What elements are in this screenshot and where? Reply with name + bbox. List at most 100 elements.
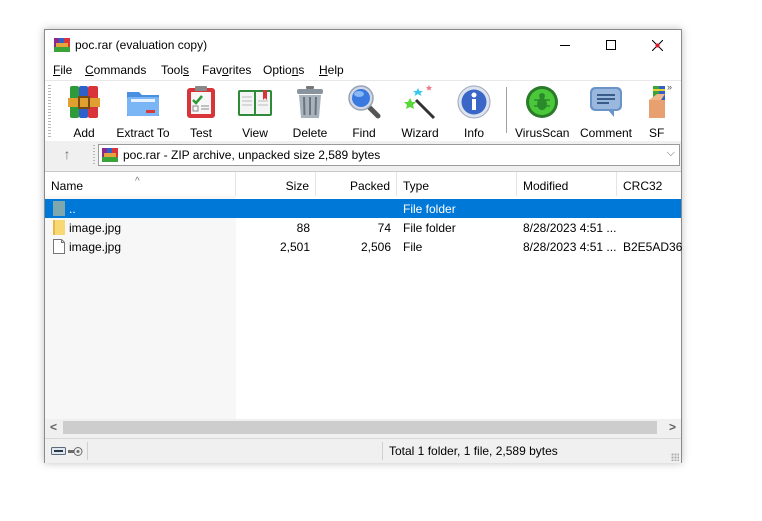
address-grip <box>93 145 95 165</box>
menu-options-pre: Optio <box>263 63 292 77</box>
column-size-label: Size <box>285 179 309 193</box>
row-crc32 <box>617 218 681 237</box>
column-header-size[interactable]: Size <box>236 172 316 196</box>
toolbar-test-button[interactable]: Test <box>183 84 219 140</box>
scroll-right-button[interactable]: > <box>664 419 681 436</box>
row-size <box>236 199 316 218</box>
menu-commands-label: ommands <box>93 63 147 77</box>
menu-file[interactable]: File <box>53 63 72 77</box>
menu-file-label: ile <box>60 63 73 77</box>
menu-options-rest: s <box>298 63 305 77</box>
toolbar-virusscan-label: VirusScan <box>515 126 570 140</box>
toolbar-sfx-label: SF <box>649 126 665 138</box>
status-bar: Total 1 folder, 1 file, 2,589 bytes <box>45 438 681 463</box>
winrar-window: poc.rar (evaluation copy) File Commands … <box>44 29 682 463</box>
close-button[interactable] <box>634 30 680 60</box>
toolbar-add-button[interactable]: Add <box>65 84 103 140</box>
column-header-modified[interactable]: Modified <box>517 172 617 196</box>
toolbar-sfx-button[interactable]: SF <box>645 84 665 138</box>
column-header-name[interactable]: Name ^ <box>45 172 236 196</box>
menu-tools-mnemonic: s <box>183 63 190 77</box>
toolbar-delete-button[interactable]: Delete <box>290 84 330 140</box>
column-type-label: Type <box>403 179 430 193</box>
sfx-box-icon <box>649 86 665 118</box>
menu-favorites[interactable]: Favorites <box>202 63 251 77</box>
test-clipboard-icon <box>187 86 215 118</box>
toolbar-comment-button[interactable]: Comment <box>578 84 634 140</box>
status-separator <box>382 442 383 460</box>
toolbar-overflow-button[interactable]: » <box>667 82 672 92</box>
list-header: Name ^ Size Packed Type Modified CRC32 <box>45 172 681 196</box>
column-header-type[interactable]: Type <box>397 172 517 196</box>
column-header-crc32[interactable]: CRC32 <box>617 172 681 196</box>
row-size: 88 <box>296 221 310 235</box>
toolbar-extract-to-button[interactable]: Extract To <box>115 84 171 140</box>
column-header-packed[interactable]: Packed <box>316 172 397 196</box>
row-type: File <box>403 240 423 254</box>
toolbar-view-button[interactable]: View <box>234 84 276 140</box>
menu-favorites-rest: rites <box>228 63 252 77</box>
horizontal-scrollbar[interactable]: < > <box>45 419 681 436</box>
status-text: Total 1 folder, 1 file, 2,589 bytes <box>389 444 558 458</box>
row-type: File folder <box>403 221 456 235</box>
up-folder-button[interactable]: ↑ <box>57 146 77 164</box>
toolbar-view-label: View <box>242 126 268 140</box>
menu-favorites-mnemonic: o <box>222 63 229 77</box>
maximize-button[interactable] <box>588 30 634 60</box>
window-title: poc.rar (evaluation copy) <box>75 38 208 52</box>
row-modified <box>517 199 617 218</box>
row-name: .. <box>69 202 76 216</box>
toolbar-comment-label: Comment <box>579 126 632 140</box>
row-name: image.jpg <box>69 240 122 254</box>
close-icon <box>651 39 663 51</box>
toolbar-virusscan-button[interactable]: VirusScan <box>515 84 570 140</box>
toolbar-wizard-button[interactable]: Wizard <box>400 84 440 140</box>
menu-tools[interactable]: Tools <box>161 63 189 77</box>
title-bar: poc.rar (evaluation copy) <box>45 30 681 60</box>
toolbar-test-label: Test <box>189 126 212 140</box>
address-bar: ↑ poc.rar - ZIP archive, unpacked size 2… <box>45 141 681 169</box>
file-row[interactable]: image.jpg 88 74 File folder 8/28/2023 4:… <box>45 218 681 237</box>
toolbar-info-label: Info <box>463 126 484 140</box>
find-magnifier-icon <box>348 85 381 119</box>
menu-commands[interactable]: Commands <box>85 63 146 77</box>
add-archive-icon <box>68 86 100 118</box>
row-type: File folder <box>403 202 456 216</box>
sort-ascending-icon: ^ <box>135 176 140 187</box>
archive-icon <box>102 148 118 162</box>
row-packed: 2,506 <box>360 240 391 254</box>
menu-help[interactable]: Help <box>319 63 344 77</box>
view-book-icon <box>238 90 272 116</box>
toolbar-grip[interactable] <box>48 85 51 137</box>
comment-bubble-icon <box>590 87 622 117</box>
minimize-icon <box>560 45 570 46</box>
file-list: Name ^ Size Packed Type Modified CRC32 .… <box>45 171 683 420</box>
menu-bar: File Commands Tools Favorites Options He… <box>45 60 681 80</box>
toolbar-find-button[interactable]: Find <box>345 84 383 140</box>
menu-options[interactable]: Options <box>263 63 304 77</box>
address-dropdown-icon[interactable]: ⌵ <box>667 147 675 160</box>
address-text: poc.rar - ZIP archive, unpacked size 2,5… <box>123 148 381 162</box>
menu-help-label: elp <box>327 63 344 77</box>
row-name: image.jpg <box>69 221 122 235</box>
resize-grip[interactable] <box>671 453 679 461</box>
file-row[interactable]: image.jpg 2,501 2,506 File 8/28/2023 4:5… <box>45 237 683 256</box>
menu-tools-label: Tool <box>161 63 184 77</box>
toolbar-delete-label: Delete <box>292 126 328 140</box>
scrollbar-thumb[interactable] <box>63 421 657 434</box>
extract-folder-icon <box>127 92 159 116</box>
row-crc32: B2E5AD36 <box>623 240 683 254</box>
column-crc32-label: CRC32 <box>623 179 663 193</box>
toolbar-wizard-label: Wizard <box>401 126 439 140</box>
scroll-left-button[interactable]: < <box>45 419 62 436</box>
delete-trash-icon <box>297 86 323 118</box>
address-field[interactable]: poc.rar - ZIP archive, unpacked size 2,5… <box>98 144 680 166</box>
toolbar-extract-to-label: Extract To <box>116 126 170 140</box>
row-packed: 74 <box>377 221 391 235</box>
toolbar-info-button[interactable]: Info <box>456 84 492 140</box>
drive-key-icon[interactable] <box>51 446 83 457</box>
column-name-label: Name <box>51 179 84 193</box>
minimize-button[interactable] <box>542 30 588 60</box>
file-row[interactable]: .. File folder <box>45 199 681 218</box>
column-modified-label: Modified <box>523 179 569 193</box>
